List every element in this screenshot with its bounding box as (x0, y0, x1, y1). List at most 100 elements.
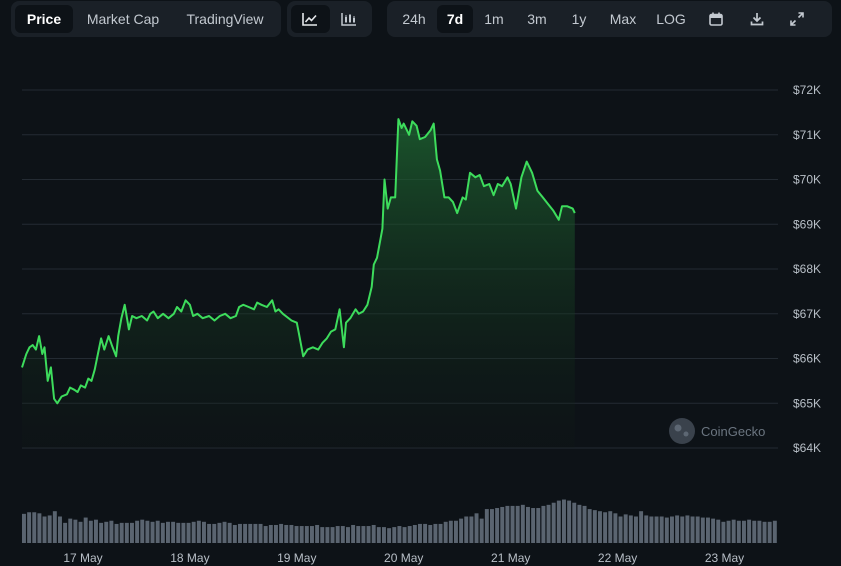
volume-bar (762, 521, 767, 543)
y-tick-label: $68K (793, 262, 821, 276)
volume-bar (726, 520, 731, 543)
volume-bar (664, 517, 669, 543)
y-tick-label: $70K (793, 173, 821, 187)
volume-bar (448, 520, 453, 543)
volume-bar (248, 523, 253, 543)
volume-bar (217, 522, 222, 543)
volume-bar (171, 521, 176, 543)
volume-bar (670, 516, 674, 543)
volume-bar (263, 526, 268, 543)
volume-bar (335, 526, 340, 543)
volume-bar (634, 516, 638, 543)
volume-bar (243, 523, 248, 543)
volume-bar (479, 518, 484, 543)
volume-bar (675, 515, 680, 543)
volume-bar (685, 515, 690, 543)
volume-bar (407, 526, 412, 543)
volume-bar (238, 523, 242, 543)
volume-bar (289, 524, 294, 543)
volume-bar (438, 523, 443, 543)
volume-bar (47, 515, 52, 543)
x-tick-label: 19 May (277, 551, 316, 565)
volume-bar (459, 518, 464, 543)
y-tick-label: $69K (793, 217, 821, 231)
volume-bar (644, 515, 649, 543)
volume-bar (567, 500, 572, 543)
x-tick-label: 23 May (705, 551, 744, 565)
volume-bar (531, 508, 536, 543)
volume-bar (340, 526, 345, 543)
volume-bar (176, 522, 181, 543)
volume-bar (608, 511, 613, 543)
volume-bar (279, 523, 284, 543)
volume-bar (371, 524, 376, 543)
volume-bar (711, 518, 716, 543)
volume-bar (423, 523, 428, 543)
volume-bar (757, 520, 762, 543)
volume-bar (94, 519, 98, 543)
volume-bar (464, 516, 469, 543)
volume-bar (68, 518, 73, 543)
volume-bar (52, 511, 57, 543)
volume-bar (88, 520, 93, 543)
volume-bar (536, 508, 541, 543)
volume-bar (742, 520, 746, 543)
volume-bar (623, 514, 628, 543)
volume-bar (706, 517, 710, 543)
volume-bar (274, 524, 278, 543)
price-area-fill (22, 119, 575, 448)
volume-bar (109, 520, 114, 543)
volume-bar (42, 516, 47, 543)
volume-bar (603, 512, 608, 543)
volume-bar (330, 527, 335, 543)
volume-bar (572, 502, 577, 543)
volume-bar (63, 522, 68, 543)
y-tick-label: $71K (793, 128, 821, 142)
volume-bar (135, 520, 140, 543)
volume-bar (428, 524, 433, 543)
volume-bar (628, 515, 633, 543)
volume-bar (443, 521, 448, 543)
volume-bar (186, 522, 191, 543)
x-tick-label: 22 May (598, 551, 637, 565)
volume-bar (700, 517, 705, 543)
y-tick-label: $67K (793, 307, 821, 321)
volume-bar (99, 522, 104, 543)
volume-bar (284, 524, 289, 543)
volume-bar (546, 504, 551, 543)
volume-bar (736, 520, 741, 543)
volume-bar (613, 513, 618, 543)
volume-bar (320, 527, 325, 543)
volume-bar (680, 516, 685, 543)
volume-bar (556, 500, 561, 543)
volume-bar (592, 510, 597, 543)
volume-bar (346, 527, 350, 543)
volume-bar (752, 520, 757, 543)
volume-bar (551, 502, 556, 543)
volume-bar (772, 520, 777, 543)
y-axis: $72K $71K $70K $69K $68K $67K $66K $65K $64K (793, 83, 821, 455)
volume-bar (490, 509, 494, 543)
volume-bar (356, 526, 361, 543)
volume-bar (731, 519, 736, 543)
volume-bar (598, 511, 602, 543)
volume-bar (392, 527, 397, 543)
volume-bar (58, 516, 62, 543)
volume-bar (119, 522, 124, 543)
volume-bar (387, 528, 392, 543)
volume-bar (376, 527, 381, 543)
x-axis: 17 May 18 May 19 May 20 May 21 May 22 May 23 M… (63, 551, 744, 565)
volume-bar (32, 512, 37, 543)
y-tick-label: $64K (793, 441, 821, 455)
price-chart[interactable]: $72K $71K $70K $69K $68K $67K $66K $65K $64K 17 … (0, 0, 841, 566)
volume-bar (304, 526, 309, 543)
volume-bar (397, 526, 402, 543)
volume-bar (207, 523, 212, 543)
volume-bar (402, 527, 407, 543)
volume-bar (315, 524, 320, 543)
volume-bar (526, 506, 530, 543)
volume-bar (78, 521, 83, 543)
x-tick-label: 21 May (491, 551, 530, 565)
volume-bar (618, 516, 623, 543)
volume-bar (577, 504, 582, 543)
